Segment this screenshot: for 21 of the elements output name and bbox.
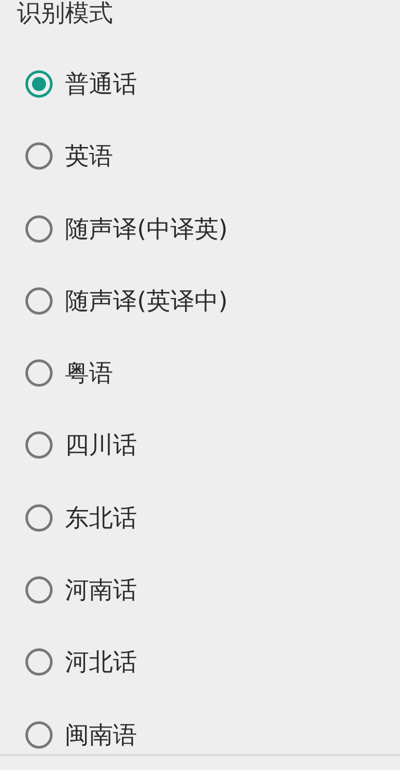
option-label[interactable]: 东北话: [65, 502, 137, 533]
dialog-title: 识别模式: [16, 0, 114, 28]
option-label[interactable]: 普通话: [65, 69, 137, 99]
radio-button[interactable]: [25, 504, 53, 532]
radio-button[interactable]: [25, 359, 53, 388]
radio-button[interactable]: [25, 648, 53, 676]
radio-button[interactable]: [25, 286, 53, 315]
option-label[interactable]: 随声译(中译英): [65, 214, 228, 244]
option-label[interactable]: 随声译(英译中): [65, 286, 228, 316]
radio-button[interactable]: [25, 720, 53, 749]
radio-button[interactable]: [25, 431, 53, 460]
option-label[interactable]: 四川话: [65, 430, 137, 460]
option-label[interactable]: 闽南语: [65, 720, 137, 750]
option-label[interactable]: 粤语: [65, 358, 113, 388]
option-label[interactable]: 河北话: [65, 647, 137, 678]
radio-button[interactable]: [25, 142, 53, 170]
option-label[interactable]: 英语: [65, 141, 113, 172]
option-label[interactable]: 河南话: [65, 575, 137, 606]
radio-button[interactable]: [25, 576, 53, 604]
radio-button[interactable]: [25, 214, 53, 243]
radio-button[interactable]: [25, 70, 53, 98]
